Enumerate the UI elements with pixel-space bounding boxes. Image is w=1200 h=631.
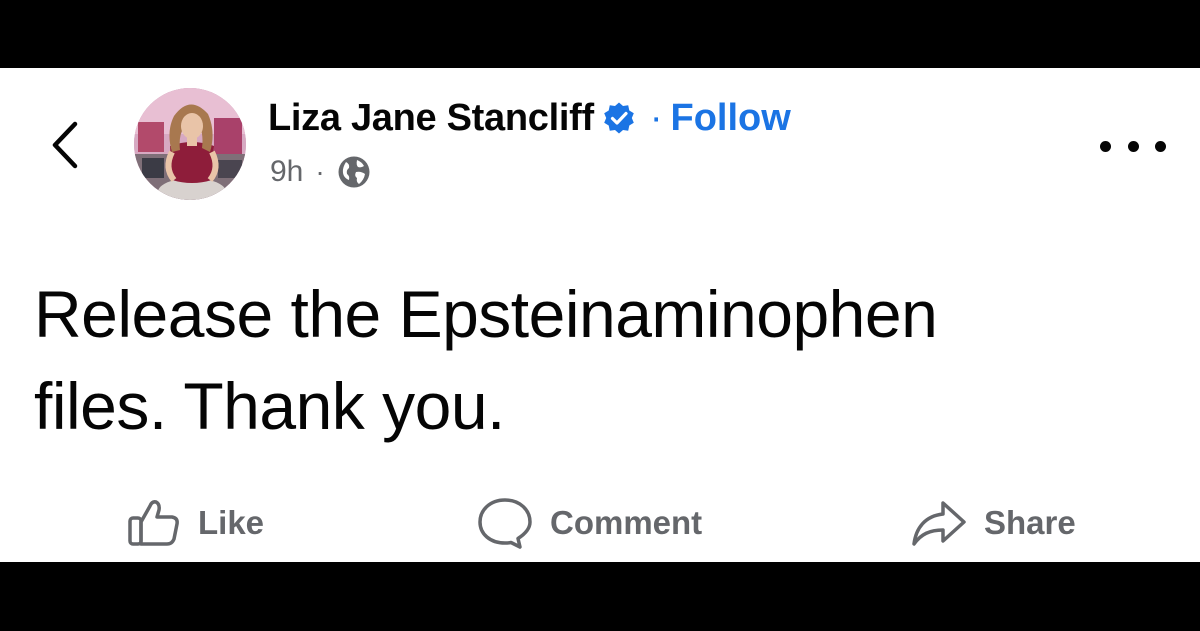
letterbox-bottom	[0, 562, 1200, 631]
meta-separator: ·	[315, 156, 325, 187]
more-dot-icon	[1100, 140, 1111, 152]
comment-label: Comment	[550, 504, 703, 541]
follow-button[interactable]: Follow	[671, 97, 791, 140]
avatar[interactable]	[134, 88, 246, 200]
like-label: Like	[198, 504, 265, 541]
share-button[interactable]: Share	[910, 496, 1076, 550]
like-button[interactable]: Like	[126, 496, 264, 550]
avatar-photo	[134, 88, 246, 200]
thumbs-up-icon	[128, 500, 179, 546]
share-label: Share	[984, 504, 1076, 541]
letterbox-top	[0, 0, 1200, 68]
post-card: Liza Jane Stancliff · Follow 9h · Releas…	[0, 68, 1200, 562]
verified-badge-icon	[602, 101, 636, 135]
post-text-line: Release the Epsteinaminophen	[34, 277, 938, 351]
post-text: Release the Epsteinaminophen files. Than…	[34, 268, 1164, 452]
share-arrow-icon	[912, 501, 966, 546]
more-dot-icon	[1127, 140, 1139, 152]
more-dot-icon	[1155, 140, 1166, 152]
globe-icon[interactable]	[337, 155, 371, 189]
back-button[interactable]	[40, 120, 90, 170]
more-options-button[interactable]	[1100, 126, 1166, 166]
post-text-line: files. Thank you.	[34, 369, 505, 443]
follow-separator: ·	[649, 96, 663, 139]
post-timestamp[interactable]: 9h	[270, 155, 303, 189]
author-row: Liza Jane Stancliff · Follow	[268, 94, 791, 142]
author-name[interactable]: Liza Jane Stancliff	[268, 97, 594, 140]
comment-button[interactable]: Comment	[476, 496, 702, 550]
comment-bubble-icon	[478, 498, 532, 549]
chevron-left-icon	[52, 121, 78, 169]
action-bar: Like Comment Share	[0, 488, 1200, 558]
post-meta: 9h ·	[270, 152, 371, 192]
